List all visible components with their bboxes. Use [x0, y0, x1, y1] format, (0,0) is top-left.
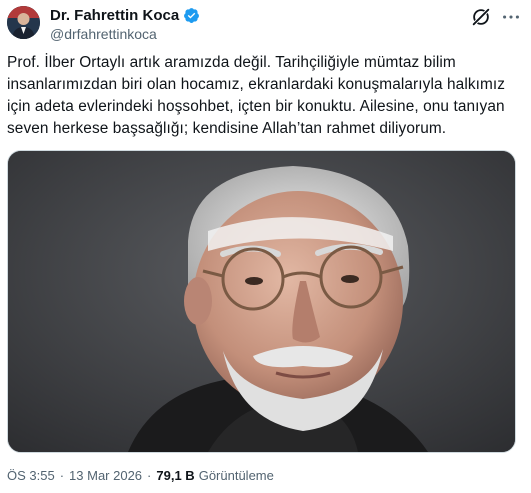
author-name[interactable]: Dr. Fahrettin Koca: [50, 7, 179, 24]
tweet-meta: ÖS 3:55 · 13 Mar 2026 · 79,1 B Görüntüle…: [7, 468, 274, 483]
author-row: Dr. Fahrettin Koca: [50, 7, 200, 24]
tweet-text: Prof. İlber Ortaylı artık aramızda değil…: [7, 54, 506, 137]
meta-separator-2: ·: [147, 468, 152, 483]
tweet-time[interactable]: ÖS 3:55: [7, 468, 55, 483]
views-label: Görüntüleme: [198, 468, 274, 483]
verified-badge-icon[interactable]: [183, 7, 200, 24]
avatar[interactable]: [7, 6, 40, 39]
meta-separator: ·: [59, 468, 65, 483]
tweet-photo[interactable]: [7, 150, 516, 453]
grok-icon[interactable]: [470, 6, 492, 28]
author-handle[interactable]: @drfahrettinkoca: [50, 26, 157, 42]
views-count: 79,1 B: [156, 468, 195, 483]
avatar-image: [7, 6, 40, 39]
tweet-date[interactable]: 13 Mar 2026: [69, 468, 142, 483]
portrait-image: [8, 151, 515, 452]
more-icon[interactable]: [500, 6, 522, 28]
